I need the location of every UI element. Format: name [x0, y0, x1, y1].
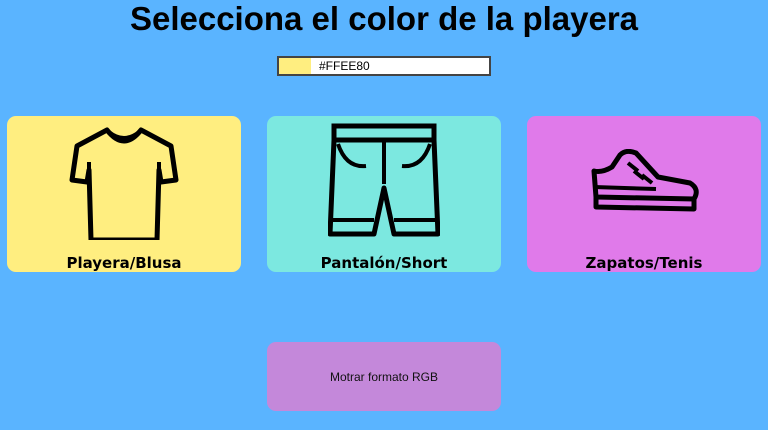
card-label: Zapatos/Tenis — [585, 254, 703, 272]
page: Selecciona el color de la playera #FFEE8… — [0, 0, 768, 430]
color-hex-value: #FFEE80 — [319, 59, 370, 73]
sneaker-icon — [527, 116, 761, 246]
card-zapatos[interactable]: Zapatos/Tenis — [527, 116, 761, 272]
card-label: Pantalón/Short — [320, 254, 448, 272]
shorts-icon — [267, 116, 501, 246]
card-label: Playera/Blusa — [66, 254, 182, 272]
show-rgb-button[interactable]: Motrar formato RGB — [267, 342, 501, 411]
card-pantalon[interactable]: Pantalón/Short — [267, 116, 501, 272]
color-picker[interactable]: #FFEE80 — [277, 56, 491, 76]
card-playera[interactable]: Playera/Blusa — [7, 116, 241, 272]
page-title: Selecciona el color de la playera — [129, 0, 639, 37]
color-swatch[interactable] — [279, 58, 311, 74]
tshirt-icon — [7, 116, 241, 246]
